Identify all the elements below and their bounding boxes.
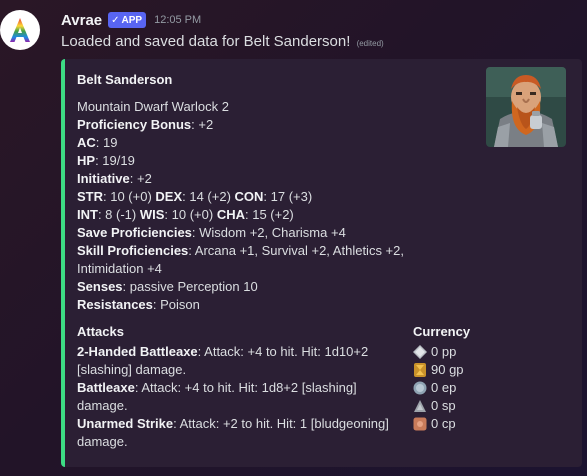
message-content: Loaded and saved data for Belt Sanderson… xyxy=(61,33,384,50)
currency-row: 0 ep xyxy=(413,379,470,397)
currency-title: Currency xyxy=(413,324,471,339)
attacks-title: Attacks xyxy=(77,324,124,339)
save-proficiencies-label: Save Proficiencies xyxy=(77,225,192,240)
edited-label: (edited) xyxy=(356,39,384,48)
copper-coin-icon xyxy=(413,417,427,431)
attack-item: Battleaxe: Attack: +4 to hit. Hit: 1d8+2… xyxy=(77,379,397,415)
character-portrait[interactable] xyxy=(486,67,566,147)
currency-amount: 0 ep xyxy=(431,380,457,395)
currency-amount: 0 pp xyxy=(431,344,457,359)
platinum-coin-icon xyxy=(413,345,427,359)
timestamp[interactable]: 12:05 PM xyxy=(154,14,201,26)
dex-label: DEX xyxy=(155,189,183,204)
attack-item: 2-Handed Battleaxe: Attack: +4 to hit. H… xyxy=(77,343,397,379)
initiative-row: Initiative: +2 xyxy=(77,170,477,188)
wis-label: WIS xyxy=(139,207,165,222)
currency-amount: 0 sp xyxy=(431,398,456,413)
author-name[interactable]: Avrae xyxy=(61,12,102,29)
int-label: INT xyxy=(77,207,98,222)
ac-row: AC: 19 xyxy=(77,134,477,152)
attacks-field: Attacks 2-Handed Battleaxe: Attack: +4 t… xyxy=(77,323,397,451)
attack-name: Unarmed Strike xyxy=(77,416,174,431)
hp-label: HP xyxy=(77,153,96,168)
gold-coin-icon xyxy=(414,363,426,377)
message-header: Avrae ✓ APP 12:05 PM xyxy=(61,10,201,30)
wis-value: : 10 (+0) xyxy=(164,207,217,222)
resistances-value: : Poison xyxy=(152,297,200,312)
proficiency-bonus-value: : +2 xyxy=(191,117,214,132)
initiative-value: : +2 xyxy=(129,171,152,186)
proficiency-bonus-label: Proficiency Bonus xyxy=(77,117,192,132)
senses-label: Senses xyxy=(77,279,123,294)
character-summary: Mountain Dwarf Warlock 2 Proficiency Bon… xyxy=(77,98,477,314)
resistances-label: Resistances xyxy=(77,297,153,312)
currency-row: 0 pp xyxy=(413,343,470,361)
dex-value: : 14 (+2) xyxy=(182,189,235,204)
str-value: : 10 (+0) xyxy=(103,189,156,204)
hp-row: HP: 19/19 xyxy=(77,152,477,170)
currency-row: 0 sp xyxy=(413,397,470,415)
save-proficiencies-value: : Wisdom +2, Charisma +4 xyxy=(191,225,346,240)
senses-row: Senses: passive Perception 10 xyxy=(77,278,477,296)
con-label: CON xyxy=(234,189,264,204)
character-embed: Belt Sanderson Mountain Dwarf Warlock 2 … xyxy=(61,59,582,467)
app-badge: ✓ APP xyxy=(108,12,147,28)
resistances-row: Resistances: Poison xyxy=(77,296,477,314)
race-class: Mountain Dwarf Warlock 2 xyxy=(77,99,229,114)
currency-amount: 0 cp xyxy=(431,416,456,431)
con-value: : 17 (+3) xyxy=(263,189,313,204)
str-label: STR xyxy=(77,189,103,204)
cha-label: CHA xyxy=(216,207,245,222)
currency-row: 90 gp xyxy=(413,361,470,379)
skill-proficiencies-row: Skill Proficiencies: Arcana +1, Survival… xyxy=(77,242,417,278)
attack-item: Unarmed Strike: Attack: +2 to hit. Hit: … xyxy=(77,415,397,451)
avrae-avatar[interactable] xyxy=(0,10,40,50)
ability-scores-row-2: INT: 8 (-1) WIS: 10 (+0) CHA: 15 (+2) xyxy=(77,206,477,224)
ac-value: : 19 xyxy=(95,135,118,150)
verified-check-icon: ✓ xyxy=(111,14,120,26)
hp-value: : 19/19 xyxy=(95,153,135,168)
electrum-coin-icon xyxy=(413,381,427,395)
currency-amount: 90 gp xyxy=(431,362,464,377)
app-badge-label: APP xyxy=(121,14,143,26)
message-text: Loaded and saved data for Belt Sanderson… xyxy=(61,33,351,50)
silver-coin-icon xyxy=(414,400,426,412)
embed-title: Belt Sanderson xyxy=(77,72,173,87)
int-value: : 8 (-1) xyxy=(97,207,140,222)
ability-scores-row-1: STR: 10 (+0) DEX: 14 (+2) CON: 17 (+3) xyxy=(77,188,477,206)
ac-label: AC xyxy=(77,135,96,150)
senses-value: : passive Perception 10 xyxy=(122,279,258,294)
attack-name: Battleaxe xyxy=(77,380,135,395)
initiative-label: Initiative xyxy=(77,171,130,186)
proficiency-bonus-row: Proficiency Bonus: +2 xyxy=(77,116,477,134)
currency-row: 0 cp xyxy=(413,415,470,433)
cha-value: : 15 (+2) xyxy=(244,207,294,222)
currency-field: Currency 0 pp 90 gp 0 ep 0 sp 0 cp xyxy=(413,323,470,433)
skill-proficiencies-label: Skill Proficiencies xyxy=(77,243,189,258)
attack-name: 2-Handed Battleaxe xyxy=(77,344,198,359)
save-proficiencies-row: Save Proficiencies: Wisdom +2, Charisma … xyxy=(77,224,477,242)
